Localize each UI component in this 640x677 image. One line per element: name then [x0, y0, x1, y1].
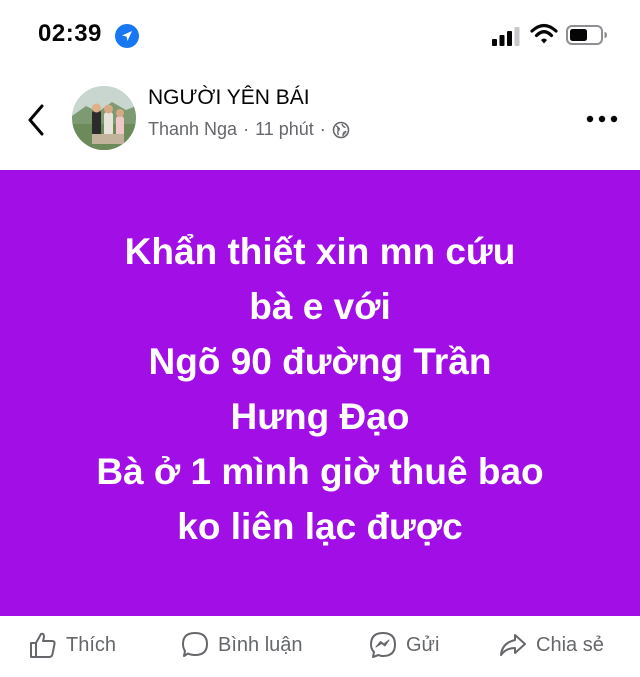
- post-text-line: Ngõ 90 đường Trần: [148, 341, 492, 382]
- location-arrow-icon: [115, 24, 139, 48]
- meta-separator: ·: [243, 119, 250, 139]
- send-button[interactable]: Gửi: [368, 630, 439, 660]
- status-time: 02:39: [38, 20, 102, 47]
- post-text-line: Bà ở 1 mình giờ thuê bao: [96, 451, 544, 492]
- group-avatar[interactable]: [72, 86, 136, 150]
- like-label: Thích: [66, 633, 117, 656]
- post-text-line: Khẩn thiết xin mn cứu: [124, 231, 516, 272]
- share-button[interactable]: Chia sẻ: [498, 630, 604, 660]
- post-header: NGƯỜI YÊN BÁI Thanh Nga · 11 phút ·: [0, 72, 640, 170]
- cellular-signal-icon: [492, 27, 520, 46]
- globe-icon: [332, 121, 350, 138]
- thumbs-up-icon: [30, 632, 56, 658]
- wifi-icon: [530, 23, 558, 44]
- share-label: Chia sẻ: [536, 633, 604, 656]
- send-label: Gửi: [406, 633, 440, 656]
- back-button[interactable]: [22, 100, 52, 140]
- meta-separator-2: ·: [319, 119, 326, 139]
- messenger-icon: [370, 632, 396, 658]
- comment-bubble-icon: [182, 632, 208, 657]
- post-text: Khẩn thiết xin mn cứu bà e với Ngõ 90 đư…: [40, 224, 600, 554]
- group-name[interactable]: NGƯỜI YÊN BÁI: [148, 86, 310, 110]
- author-name[interactable]: Thanh Nga: [148, 119, 237, 140]
- more-options-button[interactable]: [584, 110, 620, 128]
- post-text-line: Hưng Đạo: [230, 396, 410, 437]
- post-body: Khẩn thiết xin mn cứu bà e với Ngõ 90 đư…: [0, 170, 640, 616]
- post-text-line: bà e với: [249, 286, 391, 327]
- post-text-line: ko liên lạc được: [177, 506, 463, 547]
- status-bar: 02:39: [0, 0, 640, 72]
- comment-button[interactable]: Bình luận: [180, 630, 303, 660]
- comment-label: Bình luận: [218, 633, 303, 656]
- like-button[interactable]: Thích: [28, 630, 116, 660]
- action-bar: Thích Bình luận Gửi Chia sẻ: [0, 616, 640, 677]
- share-arrow-icon: [500, 634, 526, 656]
- battery-icon: [566, 25, 607, 45]
- group-avatar-image: [72, 86, 136, 150]
- post-meta: Thanh Nga · 11 phút ·: [148, 119, 350, 140]
- post-time[interactable]: 11 phút: [255, 119, 314, 140]
